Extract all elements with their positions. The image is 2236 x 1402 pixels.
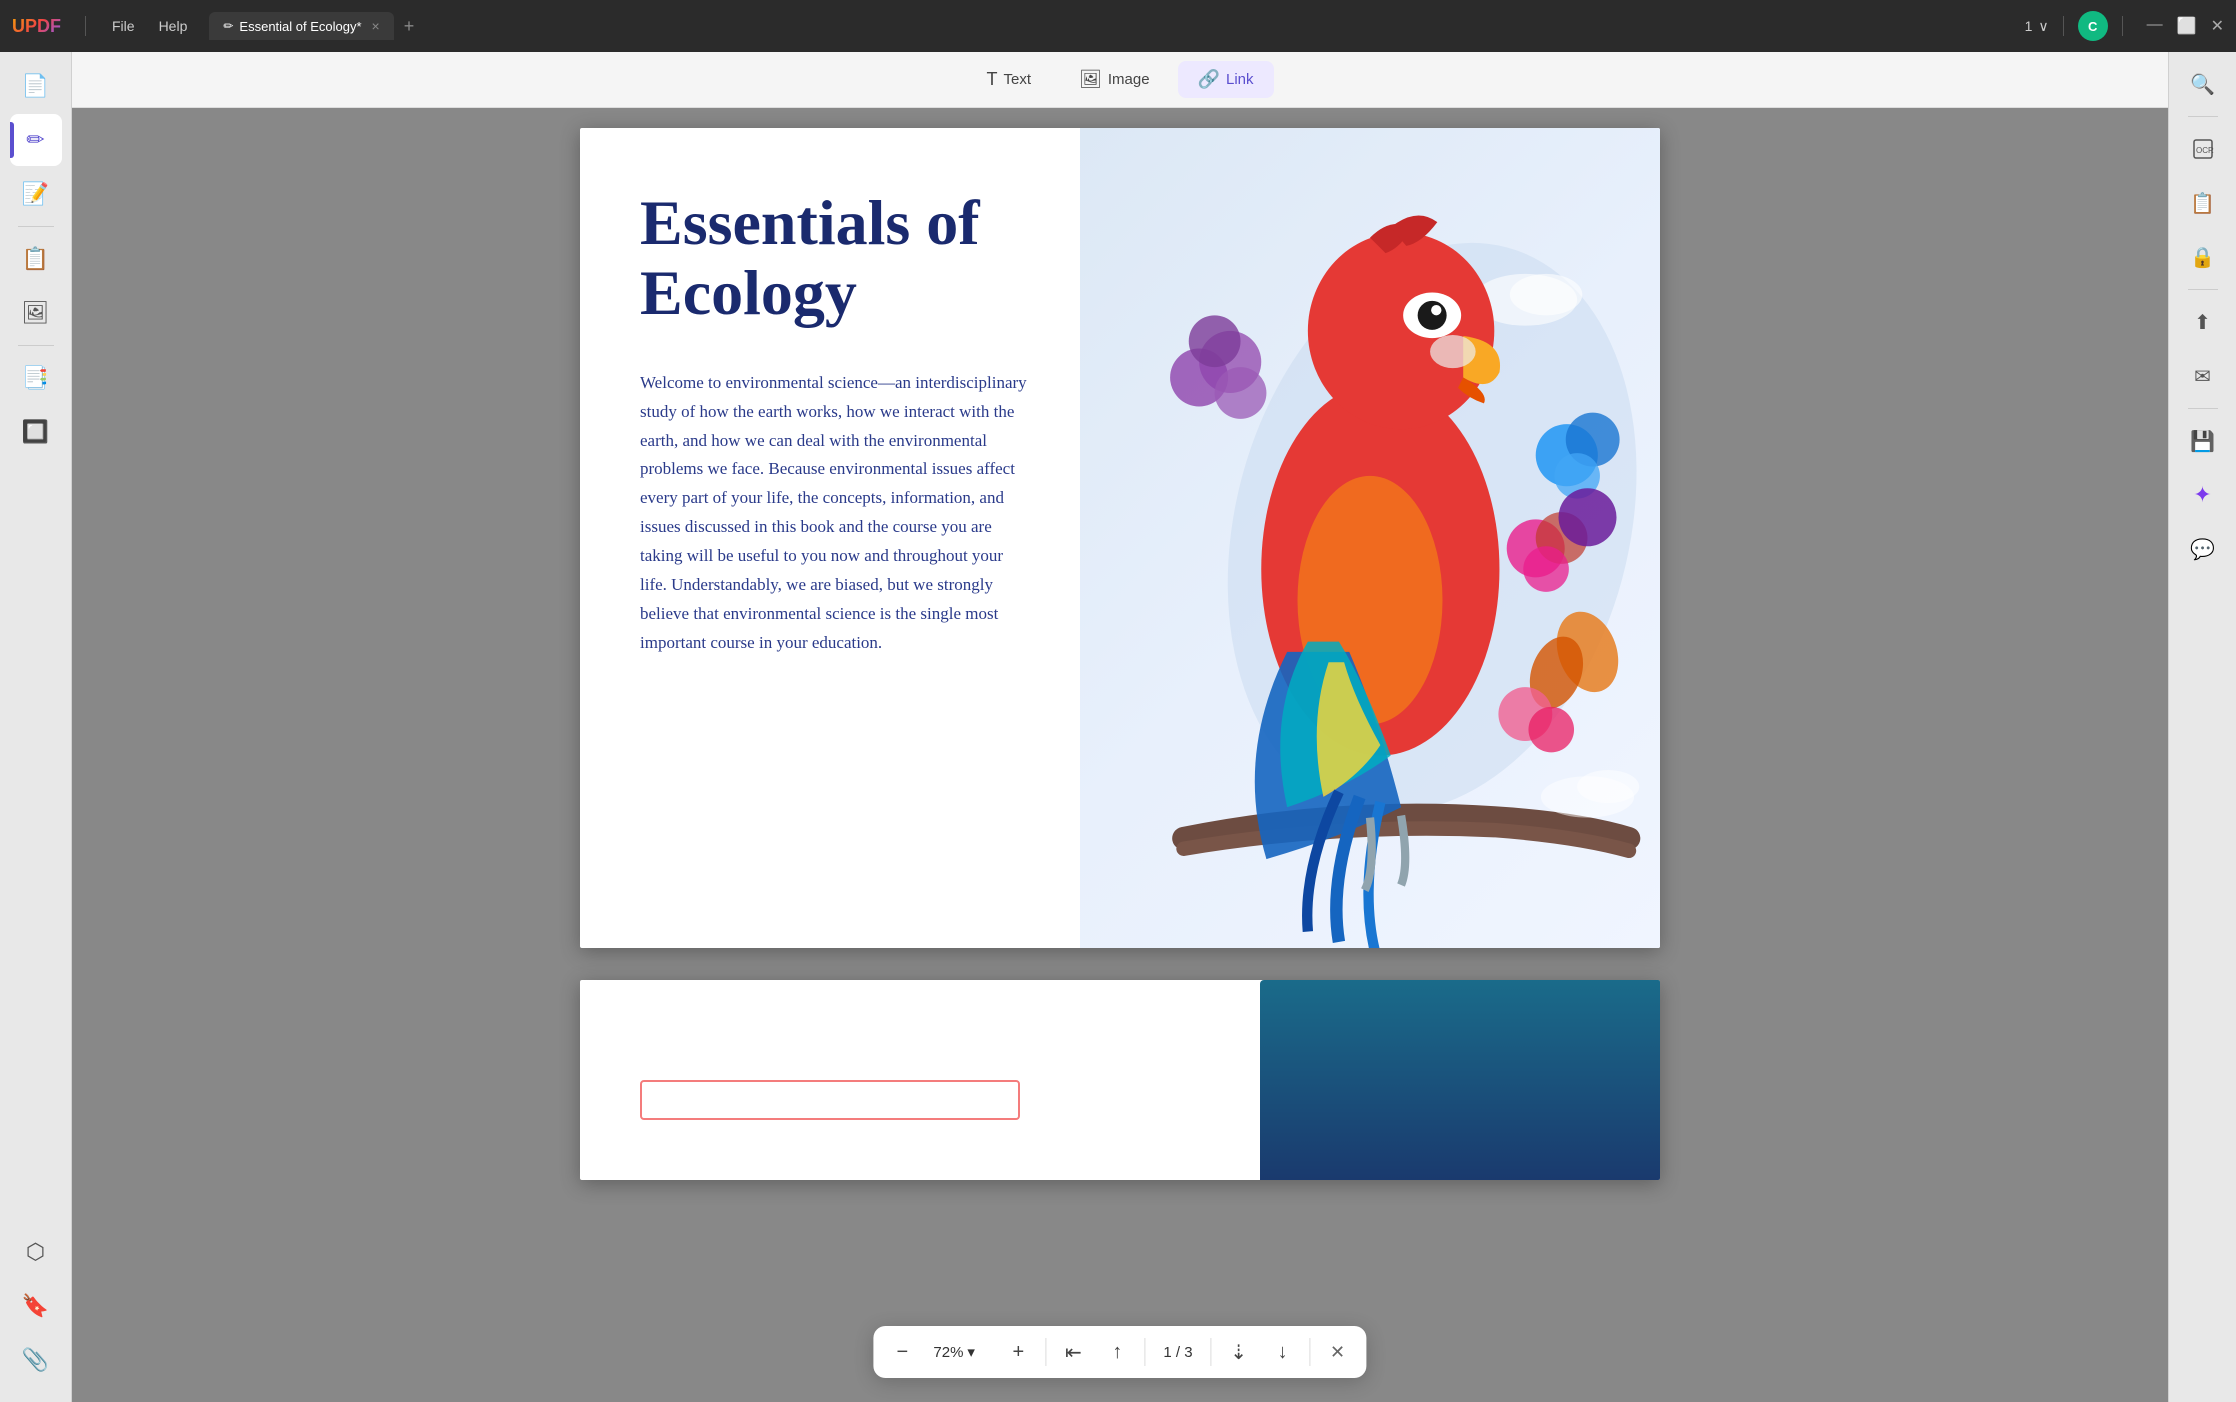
right-protect-btn[interactable]: 🔒 — [2179, 233, 2227, 281]
left-sidebar: 📄 ✏ 📝 📋 🖼 📑 🔲 ⬡ 🔖 📎 — [0, 52, 72, 1402]
bt-sep-3 — [1211, 1338, 1212, 1366]
window-controls: — ⬜ ✕ — [2147, 16, 2224, 36]
link-highlight-box — [640, 1080, 1020, 1120]
win-close-btn[interactable]: ✕ — [2211, 16, 2224, 36]
menu-bar: File Help — [102, 14, 197, 38]
sidebar-item-convert[interactable]: 🔲 — [10, 406, 62, 458]
bt-sep-1 — [1045, 1338, 1046, 1366]
page-next-next-btn[interactable]: ⇣ — [1218, 1331, 1260, 1373]
zoom-level-text: 72% — [933, 1344, 963, 1361]
total-pages: 3 — [1184, 1344, 1192, 1361]
right-div-3 — [2188, 408, 2218, 409]
pdf-right-illustration — [1080, 128, 1660, 948]
sidebar-item-form[interactable]: 📑 — [10, 352, 62, 404]
link-tool-label: Link — [1226, 71, 1254, 88]
sidebar-item-bookmark[interactable]: 🔖 — [10, 1280, 62, 1332]
image-tool-btn[interactable]: 🖼 Image — [1059, 61, 1170, 98]
zoom-dropdown-arrow[interactable]: ▾ — [967, 1343, 975, 1361]
win-maximize-btn[interactable]: ⬜ — [2177, 16, 2197, 36]
tab-title: Essential of Ecology* — [239, 19, 361, 34]
sidebar-item-layers[interactable]: ⬡ — [10, 1226, 62, 1278]
zoom-level-display: 72% ▾ — [925, 1343, 995, 1361]
page-area[interactable]: Essentials of Ecology Welcome to environ… — [72, 108, 2168, 1402]
pdf-title: Essentials of Ecology — [640, 188, 1030, 329]
right-search-btn[interactable]: 🔍 — [2179, 60, 2227, 108]
sidebar-item-annotate[interactable]: 📝 — [10, 168, 62, 220]
menu-help[interactable]: Help — [149, 14, 198, 38]
avatar[interactable]: C — [2078, 11, 2108, 41]
pdf-page-content: Essentials of Ecology Welcome to environ… — [580, 128, 1660, 948]
content-area: T Text 🖼 Image 🔗 Link Essentials — [72, 52, 2168, 1402]
title-separator-2 — [2063, 16, 2064, 36]
right-share-btn[interactable]: ⬆ — [2179, 298, 2227, 346]
sidebar-divider-1 — [18, 226, 54, 227]
title-separator-3 — [2122, 16, 2123, 36]
win-minimize-btn[interactable]: — — [2147, 16, 2163, 36]
sidebar-item-organize[interactable]: 📋 — [10, 233, 62, 285]
tab-close-btn[interactable]: × — [372, 18, 380, 34]
app-logo-text: UPDF — [12, 16, 61, 37]
tab-add-btn[interactable]: + — [398, 14, 421, 39]
right-ocr-btn[interactable]: OCR — [2179, 125, 2227, 173]
tab-active[interactable]: ✏ Essential of Ecology* × — [209, 12, 393, 40]
titlebar: UPDF File Help ✏ Essential of Ecology* ×… — [0, 0, 2236, 52]
titlebar-right: 1 ∨ C — ⬜ ✕ — [2025, 11, 2224, 41]
page-number: 1 — [2025, 18, 2033, 34]
sidebar-bottom: ⬡ 🔖 📎 — [10, 1226, 62, 1394]
text-tool-icon: T — [986, 69, 997, 90]
right-ai-btn[interactable]: ✦ — [2179, 471, 2227, 519]
right-div-1 — [2188, 116, 2218, 117]
svg-text:OCR: OCR — [2196, 146, 2214, 155]
page-nav: 1 ∨ — [2025, 18, 2049, 35]
right-save-btn[interactable]: 💾 — [2179, 417, 2227, 465]
sidebar-item-attachment[interactable]: 📎 — [10, 1334, 62, 1386]
image-tool-label: Image — [1108, 71, 1150, 88]
page-first-btn[interactable]: ⇤ — [1052, 1331, 1094, 1373]
page-indicator: 1 / 3 — [1151, 1344, 1204, 1361]
sidebar-item-edit[interactable]: ✏ — [10, 114, 62, 166]
app-logo: UPDF — [12, 16, 61, 37]
page-next-btn[interactable]: ↓ — [1262, 1331, 1304, 1373]
right-panel: 🔍 OCR 📋 🔒 ⬆ ✉ 💾 ✦ 💬 — [2168, 52, 2236, 1402]
toolbar: T Text 🖼 Image 🔗 Link — [72, 52, 2168, 108]
text-tool-label: Text — [1003, 71, 1031, 88]
bt-sep-2 — [1144, 1338, 1145, 1366]
ocr-icon: OCR — [2191, 137, 2215, 161]
pdf-left-column: Essentials of Ecology Welcome to environ… — [580, 128, 1080, 948]
text-tool-btn[interactable]: T Text — [966, 61, 1051, 98]
link-tool-btn[interactable]: 🔗 Link — [1178, 61, 1274, 98]
bottom-toolbar: − 72% ▾ + ⇤ ↑ 1 / 3 ⇣ ↓ ✕ — [873, 1326, 1366, 1378]
bt-sep-4 — [1310, 1338, 1311, 1366]
active-sidebar-indicator — [10, 122, 14, 158]
tab-bar: ✏ Essential of Ecology* × + — [209, 12, 2012, 40]
toolbar-close-btn[interactable]: ✕ — [1317, 1331, 1359, 1373]
link-tool-icon: 🔗 — [1198, 69, 1220, 90]
zoom-out-btn[interactable]: − — [881, 1331, 923, 1373]
sidebar-divider-2 — [18, 345, 54, 346]
right-div-2 — [2188, 289, 2218, 290]
menu-file[interactable]: File — [102, 14, 145, 38]
page2-image — [1260, 980, 1660, 1180]
pdf-page-2-preview — [580, 980, 1660, 1180]
image-tool-icon: 🖼 — [1079, 69, 1102, 90]
title-separator-1 — [85, 16, 86, 36]
sidebar-item-reader[interactable]: 📄 — [10, 60, 62, 112]
page-nav-arrow[interactable]: ∨ — [2038, 18, 2048, 35]
pdf-body-text: Welcome to environmental science—an inte… — [640, 369, 1030, 658]
right-email-btn[interactable]: ✉ — [2179, 352, 2227, 400]
pdf-page-1: Essentials of Ecology Welcome to environ… — [580, 128, 1660, 948]
main-area: 📄 ✏ 📝 📋 🖼 📑 🔲 ⬡ 🔖 📎 T Text 🖼 Image — [0, 52, 2236, 1402]
sidebar-item-image[interactable]: 🖼 — [10, 287, 62, 339]
right-comment-btn[interactable]: 💬 — [2179, 525, 2227, 573]
sidebar-item-edit-wrapper: ✏ — [10, 114, 62, 166]
right-extract-btn[interactable]: 📋 — [2179, 179, 2227, 227]
zoom-in-btn[interactable]: + — [997, 1331, 1039, 1373]
parrot-illustration — [1080, 128, 1660, 948]
page-prev-prev-btn[interactable]: ↑ — [1096, 1331, 1138, 1373]
tab-edit-icon: ✏ — [223, 19, 233, 33]
